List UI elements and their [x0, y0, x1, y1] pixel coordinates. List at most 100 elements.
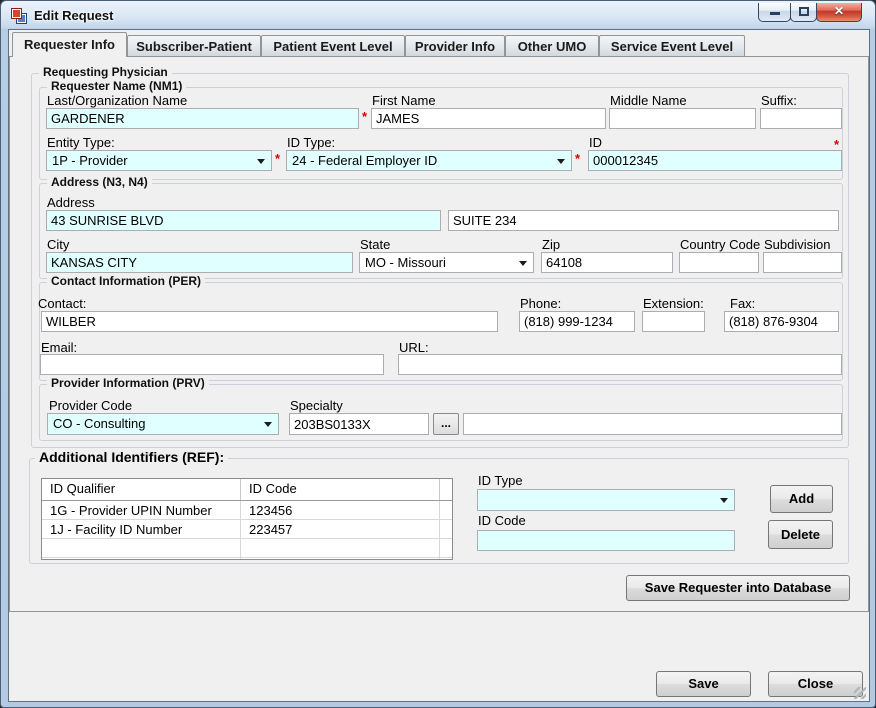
group-title-requester-name: Requester Name (NM1) [47, 79, 186, 93]
contact-label: Contact: [38, 296, 86, 311]
id-required-asterisk: * [834, 137, 839, 152]
state-value: MO - Missouri [365, 255, 446, 270]
ref-id-code-field[interactable] [477, 530, 735, 551]
minimize-button[interactable] [758, 3, 791, 22]
cell-id-qualifier: 1J - Facility ID Number [42, 520, 240, 538]
id-type-value: 24 - Federal Employer ID [292, 153, 437, 168]
provider-code-value: CO - Consulting [53, 416, 145, 431]
address-label: Address [47, 195, 95, 210]
phone-label: Phone: [520, 296, 561, 311]
city-label: City [47, 237, 69, 252]
add-button[interactable]: Add [770, 485, 833, 513]
extension-label: Extension: [643, 296, 704, 311]
middle-name-field[interactable] [609, 108, 756, 129]
table-header-row: ID Qualifier ID Code [42, 479, 452, 501]
address-line1-field[interactable] [46, 210, 441, 231]
additional-identifiers-table[interactable]: ID Qualifier ID Code 1G - Provider UPIN … [41, 478, 453, 560]
subdivision-field[interactable] [763, 252, 842, 273]
group-title-contact-information: Contact Information (PER) [47, 274, 205, 288]
provider-code-label: Provider Code [49, 398, 132, 413]
tab-other-umo[interactable]: Other UMO [505, 35, 599, 57]
ref-id-type-label: ID Type [478, 473, 523, 488]
last-org-name-field[interactable] [46, 108, 359, 129]
middle-name-label: Middle Name [610, 93, 687, 108]
specialty-browse-button[interactable]: ... [433, 413, 459, 435]
contact-field[interactable] [41, 311, 498, 332]
city-field[interactable] [46, 252, 353, 273]
cell-id-code: 223457 [240, 520, 439, 538]
maximize-icon [799, 7, 809, 16]
suffix-field[interactable] [760, 108, 842, 129]
provider-code-select[interactable]: CO - Consulting [47, 413, 279, 435]
column-header-id-code: ID Code [240, 479, 439, 500]
entity-type-value: 1P - Provider [52, 153, 128, 168]
window-title: Edit Request [34, 8, 113, 23]
specialty-label: Specialty [290, 398, 343, 413]
group-title-provider-information: Provider Information (PRV) [47, 376, 209, 390]
tab-patient-event-level[interactable]: Patient Event Level [261, 35, 405, 57]
state-label: State [360, 237, 390, 252]
tab-service-event-level[interactable]: Service Event Level [599, 35, 745, 57]
email-field[interactable] [40, 354, 384, 375]
last-org-name-label: Last/Organization Name [47, 93, 187, 108]
chevron-down-icon [257, 159, 265, 164]
entity-type-label: Entity Type: [47, 135, 115, 150]
table-row[interactable]: 1J - Facility ID Number 223457 [42, 520, 452, 539]
fax-label: Fax: [730, 296, 755, 311]
delete-button[interactable]: Delete [768, 520, 833, 549]
phone-field[interactable] [519, 311, 635, 332]
zip-field[interactable] [541, 252, 673, 273]
ref-id-type-select[interactable] [477, 489, 735, 511]
table-row-empty [42, 539, 452, 558]
zip-label: Zip [542, 237, 560, 252]
edit-request-dialog: Edit Request ✕ Requester Info Subscriber… [0, 0, 876, 708]
extension-field[interactable] [642, 311, 705, 332]
additional-identifiers-title: Additional Identifiers (REF): [35, 449, 228, 465]
resize-grip[interactable] [854, 687, 866, 699]
chevron-down-icon [557, 159, 565, 164]
email-label: Email: [41, 340, 77, 355]
cell-id-code: 123456 [240, 501, 439, 519]
url-label: URL: [399, 340, 429, 355]
entity-type-required-asterisk: * [275, 151, 280, 166]
chevron-down-icon [519, 261, 527, 266]
close-icon: ✕ [817, 3, 861, 20]
close-dialog-button[interactable]: Close [768, 671, 863, 697]
group-title-address: Address (N3, N4) [47, 175, 152, 189]
entity-type-select[interactable]: 1P - Provider [46, 150, 272, 171]
maximize-button[interactable] [790, 3, 817, 22]
specialty-field[interactable] [289, 413, 429, 435]
suffix-label: Suffix: [761, 93, 797, 108]
table-row-empty [42, 558, 452, 560]
save-button[interactable]: Save [656, 671, 751, 697]
title-bar[interactable]: Edit Request ✕ [1, 1, 875, 29]
first-name-label: First Name [372, 93, 436, 108]
fax-field[interactable] [724, 311, 839, 332]
chevron-down-icon [264, 422, 272, 427]
column-header-id-qualifier: ID Qualifier [42, 479, 240, 500]
id-type-label: ID Type: [287, 135, 335, 150]
last-org-required-asterisk: * [362, 109, 367, 124]
close-button[interactable]: ✕ [816, 3, 862, 22]
first-name-field[interactable] [371, 108, 606, 129]
app-icon-red-square [11, 8, 22, 19]
id-type-select[interactable]: 24 - Federal Employer ID [286, 150, 572, 171]
table-row[interactable]: 1G - Provider UPIN Number 123456 [42, 501, 452, 520]
tab-requester-info[interactable]: Requester Info [12, 32, 127, 57]
address-line2-field[interactable] [448, 210, 839, 231]
subdivision-label: Subdivision [764, 237, 831, 252]
app-icon[interactable] [11, 8, 27, 24]
specialty-description-field[interactable] [463, 413, 842, 435]
state-select[interactable]: MO - Missouri [359, 252, 534, 273]
column-header-spacer [439, 479, 452, 500]
cell-id-qualifier: 1G - Provider UPIN Number [42, 501, 240, 519]
id-field[interactable] [588, 150, 842, 171]
tab-subscriber-patient[interactable]: Subscriber-Patient [127, 35, 261, 57]
id-type-required-asterisk: * [575, 151, 580, 166]
country-code-field[interactable] [679, 252, 759, 273]
tab-provider-info[interactable]: Provider Info [405, 35, 505, 57]
save-requester-into-database-button[interactable]: Save Requester into Database [626, 575, 850, 601]
ref-id-code-label: ID Code [478, 513, 526, 528]
id-label: ID [589, 135, 602, 150]
url-field[interactable] [398, 354, 842, 375]
